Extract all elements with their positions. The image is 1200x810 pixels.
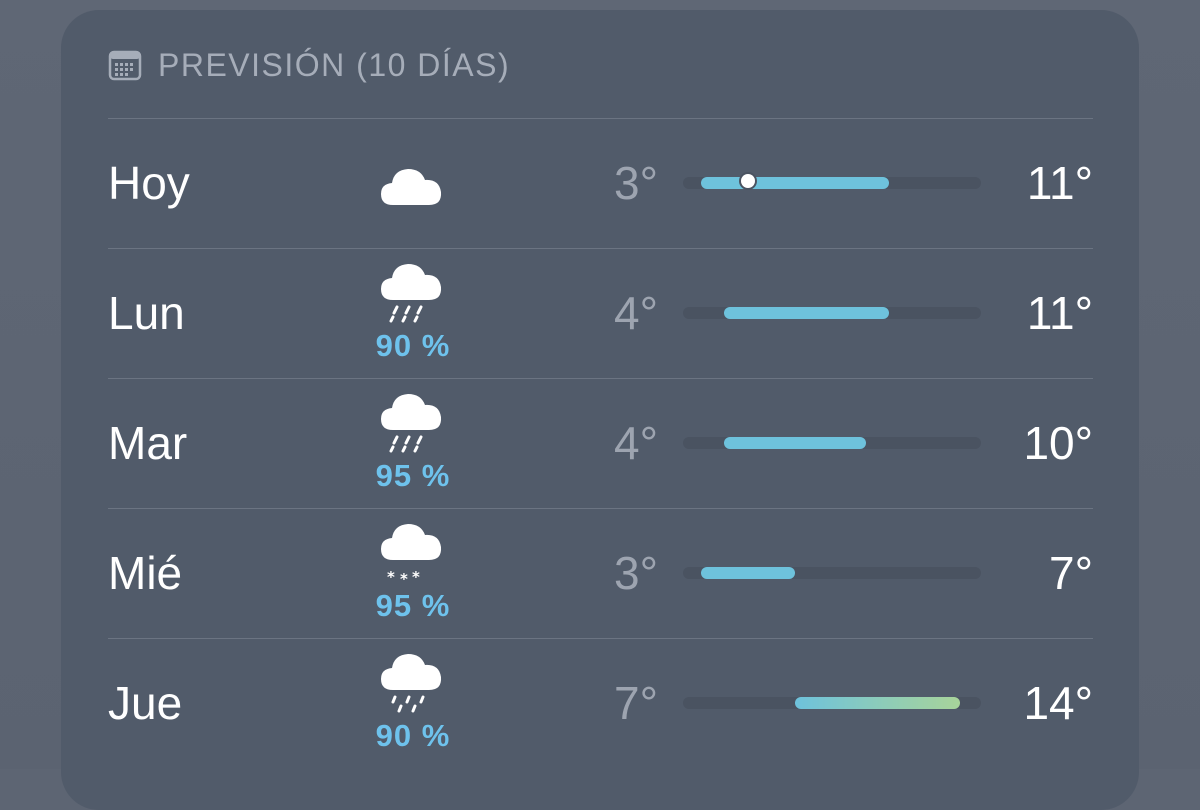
forecast-row-lun[interactable]: Lun 90 % 4° 11° xyxy=(108,248,1093,378)
precip-chance: 90 % xyxy=(375,328,451,363)
temp-range-fill xyxy=(724,307,890,319)
rain-icon xyxy=(381,264,442,323)
svg-text:*: * xyxy=(400,570,408,584)
high-temp: 11° xyxy=(1026,157,1093,209)
forecast-header-label: PREVISIÓN (10 DÍAS) xyxy=(158,46,511,83)
calendar-icon xyxy=(108,48,142,82)
precip-chance: 95 % xyxy=(375,458,451,493)
rain-icon xyxy=(381,394,442,453)
day-label: Mar xyxy=(108,417,188,469)
temp-range-track xyxy=(683,174,981,189)
weather-cell xyxy=(363,118,463,248)
temp-range-fill xyxy=(700,177,890,189)
weather-cell: 90 % xyxy=(363,638,463,768)
weather-cell: 90 % xyxy=(363,248,463,378)
svg-text:*: * xyxy=(412,568,420,584)
low-temp: 4° xyxy=(614,287,658,339)
day-label: Mié xyxy=(108,547,183,599)
high-temp: 11° xyxy=(1026,287,1093,339)
current-temp-indicator xyxy=(740,174,755,188)
day-label: Lun xyxy=(108,287,185,339)
forecast-row-mar[interactable]: Mar 95 % 4° 10° xyxy=(108,378,1093,508)
forecast-row-hoy[interactable]: Hoy 3° 11° xyxy=(108,118,1093,248)
temp-range-track xyxy=(683,567,981,579)
temp-range-track xyxy=(683,697,981,709)
high-temp: 10° xyxy=(1023,417,1093,469)
forecast-header: PREVISIÓN (10 DÍAS) xyxy=(108,40,510,90)
weather-cell: 95 % xyxy=(363,378,463,508)
precip-chance: 90 % xyxy=(375,718,451,753)
precip-chance: 95 % xyxy=(375,588,451,623)
low-temp: 4° xyxy=(614,417,658,469)
cloud-icon xyxy=(381,169,442,205)
low-temp: 7° xyxy=(614,677,658,729)
temp-range-fill xyxy=(795,697,961,709)
weather-cell: * * * 95 % xyxy=(363,508,463,638)
forecast-row-mie[interactable]: Mié * * * 95 % 3° 7° xyxy=(108,508,1093,638)
day-label: Hoy xyxy=(108,157,190,209)
high-temp: 7° xyxy=(1049,547,1093,599)
temp-range-fill xyxy=(724,437,866,449)
low-temp: 3° xyxy=(614,547,658,599)
svg-text:*: * xyxy=(387,568,395,584)
snow-icon: * * * xyxy=(381,524,442,584)
drizzle-icon xyxy=(381,654,442,713)
day-label: Jue xyxy=(108,677,183,729)
low-temp: 3° xyxy=(614,157,658,209)
temp-range-track xyxy=(683,437,981,449)
temp-range-track xyxy=(683,307,981,319)
temp-range-fill xyxy=(700,567,796,579)
high-temp: 14° xyxy=(1023,677,1093,729)
forecast-row-jue[interactable]: Jue 90 % 7° 14° xyxy=(108,638,1093,768)
